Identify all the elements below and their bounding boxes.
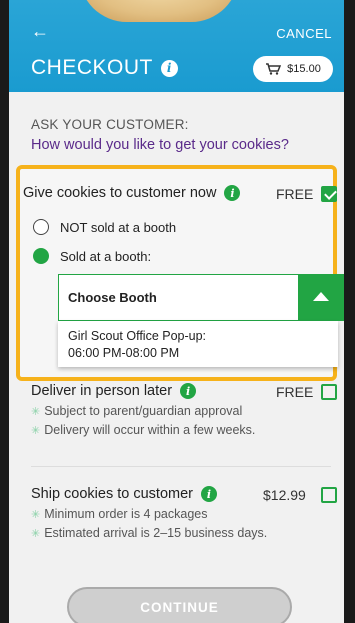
- ship-note: ✳ Minimum order is 4 packages: [31, 507, 208, 521]
- page-title: CHECKOUT i: [31, 56, 178, 80]
- device-frame-right: [344, 0, 355, 623]
- info-icon[interactable]: i: [201, 486, 217, 502]
- give-now-title: Give cookies to customer now: [23, 185, 217, 201]
- deliver-later-note: ✳ Delivery will occur within a few weeks.: [31, 423, 256, 437]
- booth-dropdown-menu: Girl Scout Office Pop-up: 06:00 PM-08:00…: [58, 321, 338, 367]
- booth-option[interactable]: Girl Scout Office Pop-up: 06:00 PM-08:00…: [68, 328, 206, 362]
- ship-price: $12.99: [263, 487, 306, 503]
- cookie-image: [79, 0, 239, 22]
- info-icon[interactable]: i: [180, 383, 197, 399]
- dropdown-toggle-button[interactable]: [298, 274, 344, 321]
- info-icon[interactable]: i: [224, 185, 241, 201]
- deliver-later-price: FREE: [276, 384, 314, 400]
- cart-total-pill[interactable]: $15.00: [253, 56, 333, 82]
- info-icon[interactable]: i: [160, 59, 178, 77]
- asterisk-icon: ✳: [31, 509, 41, 521]
- give-now-title-row: Give cookies to customer now i: [23, 185, 241, 201]
- device-frame-left: [0, 0, 9, 623]
- divider: [31, 466, 331, 467]
- deliver-later-note: ✳ Subject to parent/guardian approval: [31, 404, 243, 418]
- cancel-button[interactable]: CANCEL: [276, 26, 332, 41]
- ask-customer-question: How would you like to get your cookies?: [31, 137, 289, 153]
- cart-total: $15.00: [287, 63, 321, 75]
- ship-note: ✳ Estimated arrival is 2–15 business days…: [31, 526, 268, 540]
- not-booth-label: NOT sold at a booth: [60, 220, 177, 235]
- asterisk-icon: ✳: [31, 425, 41, 437]
- booth-radio[interactable]: [33, 248, 49, 264]
- deliver-later-checkbox[interactable]: [321, 384, 337, 400]
- page-title-text: CHECKOUT: [31, 56, 153, 79]
- checkout-header: ← CANCEL CHECKOUT i $15.00: [9, 0, 344, 92]
- not-booth-radio[interactable]: [33, 219, 49, 235]
- asterisk-icon: ✳: [31, 406, 41, 418]
- choose-booth-dropdown[interactable]: Choose Booth: [58, 274, 344, 321]
- ship-checkbox[interactable]: [321, 487, 337, 503]
- choose-booth-label: Choose Booth: [68, 290, 157, 305]
- asterisk-icon: ✳: [31, 528, 41, 540]
- booth-label: Sold at a booth:: [60, 249, 152, 264]
- caret-up-icon: [313, 292, 329, 301]
- back-arrow-icon[interactable]: ←: [31, 22, 49, 40]
- give-now-price: FREE: [276, 186, 314, 202]
- give-now-checkbox[interactable]: [321, 186, 337, 202]
- ask-customer-label: ASK YOUR CUSTOMER:: [31, 117, 189, 132]
- cart-icon: [266, 63, 282, 75]
- checkout-screen: ← CANCEL CHECKOUT i $15.00 ASK YOUR CUST…: [9, 0, 344, 623]
- deliver-later-title: Deliver in person later: [31, 383, 173, 399]
- ship-title: Ship cookies to customer: [31, 486, 193, 502]
- continue-button[interactable]: CONTINUE: [67, 587, 292, 623]
